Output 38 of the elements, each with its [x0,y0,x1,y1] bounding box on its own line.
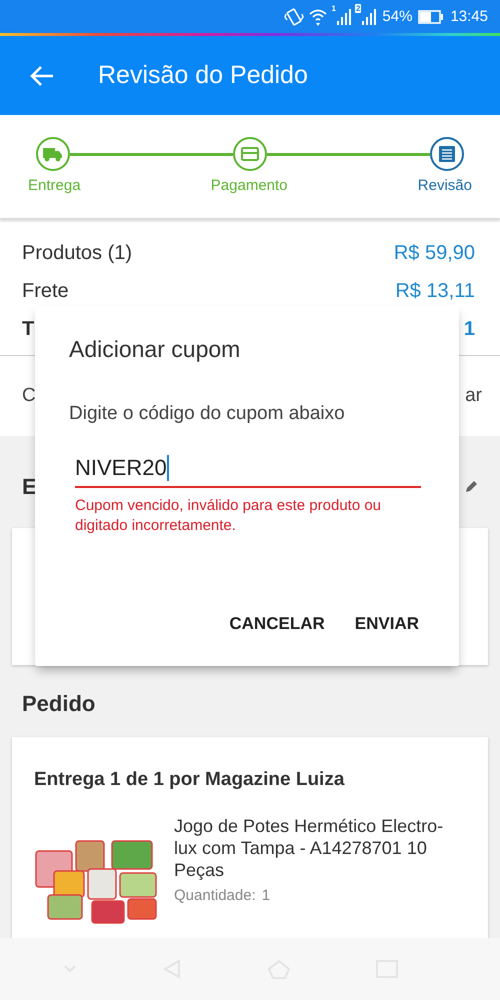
coupon-input-field[interactable]: NIVER20 [75,455,421,488]
section-heading: Pedido [22,691,96,717]
section-heading: E [22,474,37,500]
dialog-button[interactable]: CANCELAR [221,606,333,642]
truck-icon [43,146,63,162]
battery-icon [418,10,444,24]
pencil-icon[interactable] [464,480,478,494]
step-label: Pagamento [210,177,288,194]
delivery-title: Entrega 1 de 1 por Magazine Luiza [34,769,346,791]
product-name: Jogo de Potes Hermético Electro-lux com Tampa - A14278701 10 Peças [174,815,444,881]
signal-icon [362,8,376,24]
clock: 13:45 [450,8,488,25]
coupon-link[interactable]: ar [465,385,482,407]
error-message: Cupom vencido, inválido para este produto ou digitado incorretamente. [75,496,382,536]
credit-card-icon [241,147,259,161]
screen-title: Revisão do Pedido [98,61,308,90]
back-arrow-icon [29,64,55,86]
dialog-title: Adicionar cupom [69,336,242,363]
list-icon [439,146,455,162]
coupon-label: C [22,385,36,407]
summary-value: R$ 13,11 [395,280,475,303]
summary-label: Produtos (1) [22,242,132,265]
summary-value: R$ 59,90 [394,242,475,265]
summary-label: Frete [22,280,69,303]
quantity-value: 1 [262,887,270,904]
vibrate-icon [284,8,304,26]
sim-number: 1 [332,4,336,13]
dialog-message: Digite o código do cupom abaixo [69,403,346,425]
battery-percent: 54% [382,8,412,25]
step-label: Entrega [28,177,81,194]
step-label: Revisão [418,177,472,194]
quantity-label: Quantidade: [174,887,256,904]
signal-icon [336,8,351,24]
sim-number: 2 [354,4,362,13]
summary-label: T [22,318,34,341]
summary-value: 1 [464,318,475,341]
dialog-button[interactable]: ENVIAR [346,606,427,642]
wifi-icon [308,8,328,26]
